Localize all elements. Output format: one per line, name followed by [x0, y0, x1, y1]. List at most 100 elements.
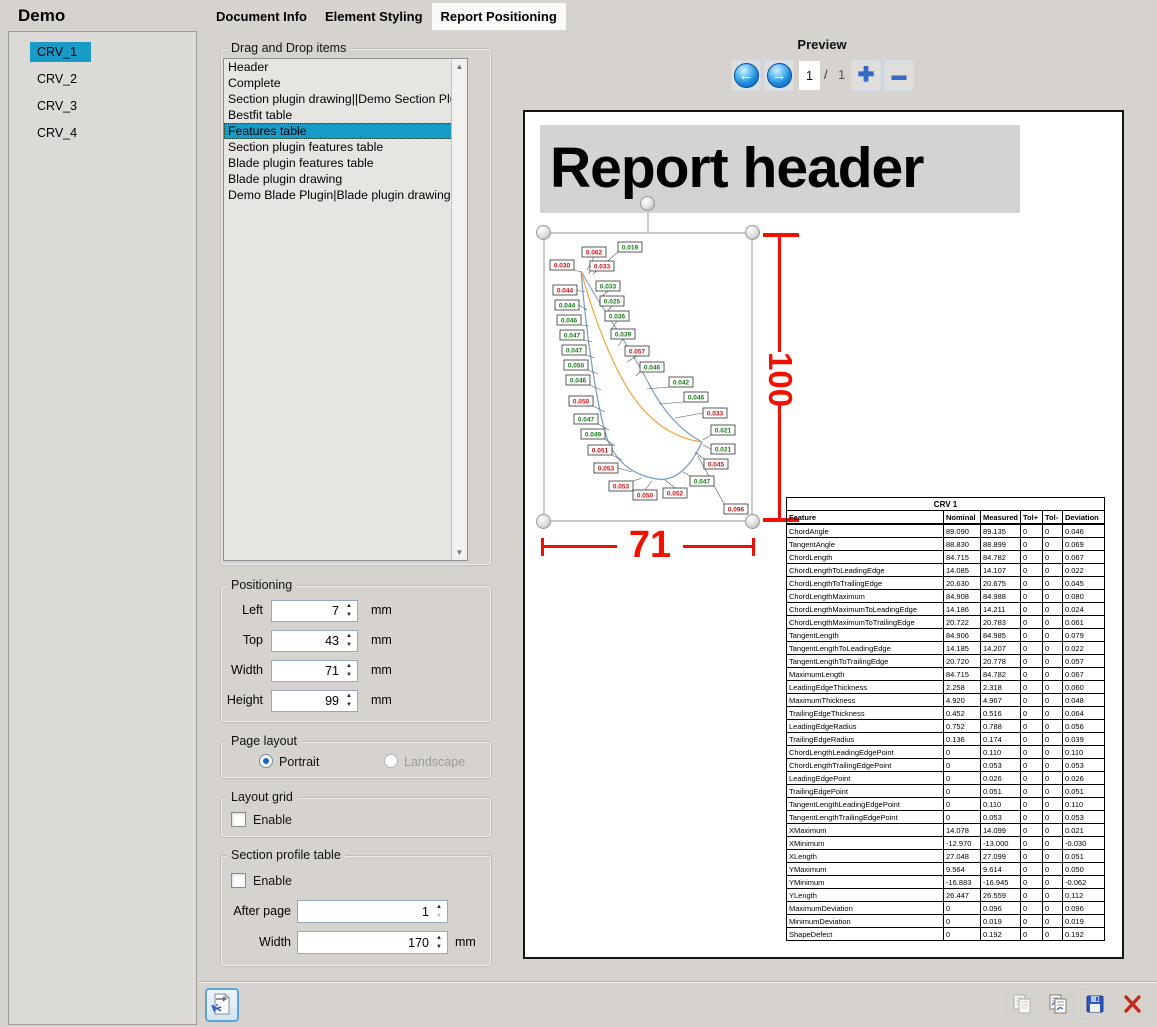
- layout-grid-group-label: Layout grid: [227, 790, 297, 804]
- scroll-down-icon[interactable]: ▼: [452, 545, 467, 560]
- sidebar-item-crv_4[interactable]: CRV_4: [30, 123, 91, 143]
- left-spinner[interactable]: ▲▼: [342, 601, 356, 621]
- table-cell: ChordLengthToLeadingEdge: [787, 564, 944, 577]
- dragdrop-item[interactable]: Blade plugin drawing: [224, 171, 467, 187]
- dragdrop-item[interactable]: Section plugin features table: [224, 139, 467, 155]
- top-field[interactable]: ▲▼: [271, 630, 358, 652]
- tab-element-styling[interactable]: Element Styling: [316, 3, 432, 30]
- report-header-element[interactable]: Report header: [540, 125, 1020, 213]
- height-field[interactable]: ▲▼: [271, 690, 358, 712]
- spin-down-icon: ▼: [342, 701, 356, 710]
- measurement-document-button[interactable]: [205, 988, 239, 1022]
- selection-handle-bottom-left[interactable]: [536, 514, 551, 529]
- dragdrop-item[interactable]: Section plugin drawing||Demo Section Plu…: [224, 91, 467, 107]
- selection-handle-top-left[interactable]: [536, 225, 551, 240]
- after-page-spinner[interactable]: ▲▼: [432, 901, 446, 922]
- table-cell: 0: [944, 759, 981, 772]
- dragdrop-item[interactable]: Bestfit table: [224, 107, 467, 123]
- scroll-up-icon[interactable]: ▲: [452, 59, 467, 74]
- table-cell: 0: [1021, 863, 1043, 876]
- profile-width-spinner[interactable]: ▲▼: [432, 932, 446, 953]
- measurement-label-value: 0.047: [694, 479, 711, 486]
- save-button[interactable]: [1080, 989, 1110, 1019]
- dragdrop-item[interactable]: Complete: [224, 75, 467, 91]
- portrait-label: Portrait: [279, 755, 319, 769]
- layout-grid-checkbox[interactable]: [231, 812, 246, 827]
- selection-handle-top-center[interactable]: [640, 196, 655, 211]
- table-cell: 0: [1043, 928, 1063, 941]
- landscape-radio[interactable]: [384, 754, 398, 768]
- dragdrop-item[interactable]: Features table: [224, 123, 467, 139]
- table-cell: 0: [944, 811, 981, 824]
- label-leader-line: [703, 435, 711, 440]
- sidebar-item-crv_2[interactable]: CRV_2: [30, 69, 91, 89]
- table-cell: 0.788: [981, 720, 1021, 733]
- zoom-in-button[interactable]: ✚: [851, 60, 881, 91]
- page-total: 1: [838, 67, 845, 82]
- measurement-label-value: 0.049: [585, 432, 602, 439]
- height-spinner[interactable]: ▲▼: [342, 691, 356, 711]
- measurement-label-value: 0.025: [604, 299, 621, 306]
- section-profile-enable[interactable]: Enable: [231, 872, 292, 890]
- label-leader-line: [695, 452, 704, 459]
- table-cell: -0.030: [1063, 837, 1105, 850]
- sidebar-item-crv_3[interactable]: CRV_3: [30, 96, 91, 116]
- tab-document-info[interactable]: Document Info: [207, 3, 316, 30]
- table-row: ChordLength84.71584.782000.067: [787, 551, 1105, 564]
- drawing-selection-box[interactable]: 0.0300.0620.0330.0440.0440.0460.0470.047…: [543, 232, 753, 522]
- dragdrop-item[interactable]: Blade plugin features table: [224, 155, 467, 171]
- page-layout-group-label: Page layout: [227, 734, 301, 748]
- table-row: MaximumLength84.71584.782000.067: [787, 668, 1105, 681]
- preview-page[interactable]: Report header 0.0300.0620.0330.0440.0440…: [523, 110, 1124, 959]
- layout-grid-enable[interactable]: Enable: [231, 811, 292, 829]
- paste-report-button[interactable]: [1043, 989, 1073, 1019]
- profile-width-input[interactable]: [298, 932, 447, 953]
- copy-report-button[interactable]: [1007, 989, 1037, 1019]
- next-page-button[interactable]: →: [764, 60, 794, 91]
- width-field[interactable]: ▲▼: [271, 660, 358, 682]
- landscape-option[interactable]: Landscape: [384, 753, 465, 771]
- section-profile-group: Section profile table Enable After page …: [220, 855, 492, 967]
- selection-handle-top-right[interactable]: [745, 225, 760, 240]
- table-cell: 0: [1043, 655, 1063, 668]
- sidebar-item-crv_1[interactable]: CRV_1: [30, 42, 91, 62]
- page-number-box[interactable]: 1: [799, 61, 820, 90]
- table-row: TangentLengthLeadingEdgePoint00.110000.1…: [787, 798, 1105, 811]
- profile-width-unit: mm: [455, 935, 476, 949]
- table-cell: 0.136: [944, 733, 981, 746]
- tab-report-positioning[interactable]: Report Positioning: [432, 3, 566, 30]
- table-cell: 0: [1021, 837, 1043, 850]
- width-spinner[interactable]: ▲▼: [342, 661, 356, 681]
- portrait-option[interactable]: Portrait: [259, 753, 319, 771]
- table-cell: 20.783: [981, 616, 1021, 629]
- table-row: XLength27.04827.099000.051: [787, 850, 1105, 863]
- selection-handle-bottom-right[interactable]: [745, 514, 760, 529]
- sidebar-list[interactable]: CRV_1 CRV_2 CRV_3 CRV_4: [8, 31, 197, 1025]
- previous-page-button[interactable]: ←: [731, 60, 761, 91]
- dragdrop-list[interactable]: HeaderCompleteSection plugin drawing||De…: [223, 58, 468, 561]
- top-spinner[interactable]: ▲▼: [342, 631, 356, 651]
- section-profile-checkbox[interactable]: [231, 873, 246, 888]
- close-button[interactable]: [1117, 989, 1147, 1019]
- profile-width-field[interactable]: ▲▼: [297, 931, 448, 954]
- dragdrop-item[interactable]: Demo Blade Plugin|Blade plugin drawing: [224, 187, 467, 203]
- dragdrop-scrollbar[interactable]: ▲ ▼: [451, 59, 467, 560]
- dragdrop-item[interactable]: Header: [224, 59, 467, 75]
- table-cell: 0.053: [1063, 759, 1105, 772]
- table-cell: LeadingEdgePoint: [787, 772, 944, 785]
- table-cell: 0: [1043, 759, 1063, 772]
- table-cell: 0: [1021, 655, 1043, 668]
- after-page-field[interactable]: ▲▼: [297, 900, 448, 923]
- after-page-input[interactable]: [298, 901, 447, 922]
- table-cell: 0: [1043, 577, 1063, 590]
- table-row: YLength26.44726.559000.112: [787, 889, 1105, 902]
- zoom-out-button[interactable]: ▬: [884, 60, 914, 91]
- table-cell: 14.185: [944, 642, 981, 655]
- window-title: Demo: [18, 6, 65, 26]
- table-cell: 0: [1021, 616, 1043, 629]
- portrait-radio[interactable]: [259, 754, 273, 768]
- left-field[interactable]: ▲▼: [271, 600, 358, 622]
- table-cell: 0.079: [1063, 629, 1105, 642]
- table-cell: 0: [1021, 642, 1043, 655]
- table-cell: 84.715: [944, 668, 981, 681]
